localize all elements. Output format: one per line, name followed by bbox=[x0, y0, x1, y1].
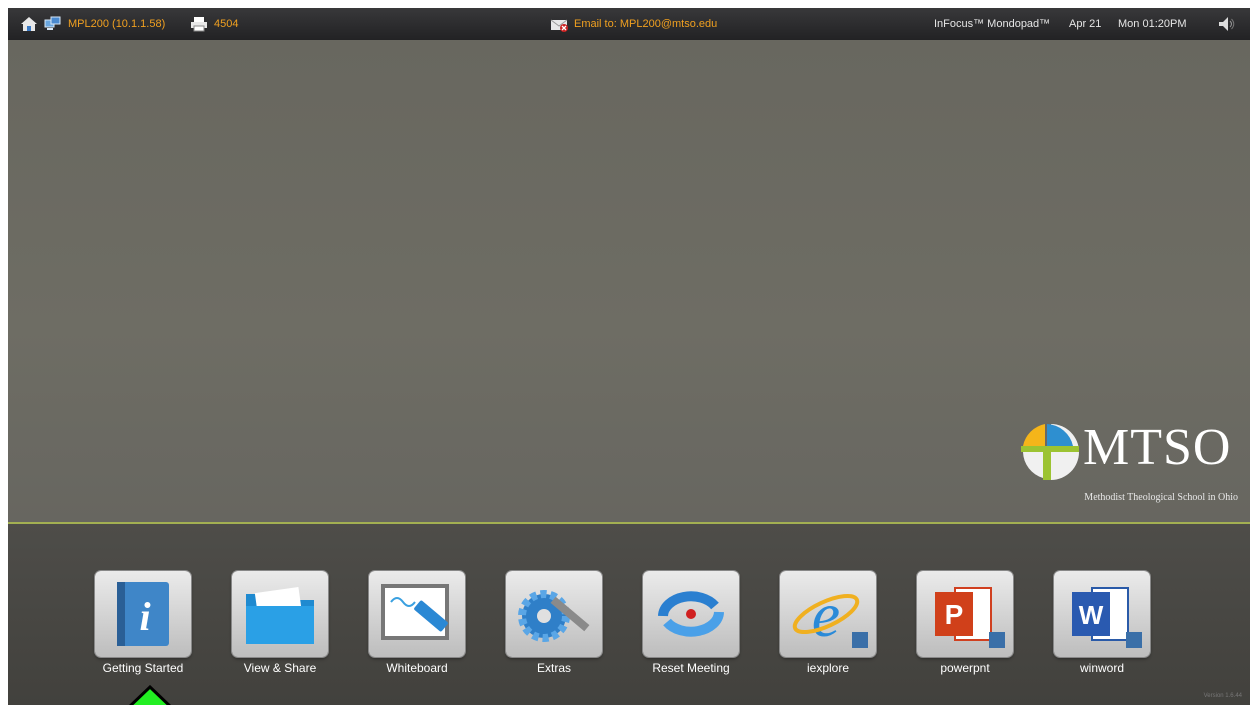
whiteboard-button[interactable] bbox=[369, 571, 465, 657]
network-status[interactable]: MPL200 (10.1.1.58) bbox=[44, 8, 165, 40]
speaker-icon bbox=[1219, 17, 1235, 31]
network-computers-icon bbox=[44, 16, 61, 30]
logo-subtitle: Methodist Theological School in Ohio bbox=[1084, 492, 1238, 503]
printer-icon bbox=[191, 17, 207, 32]
info-book-icon: i bbox=[117, 582, 169, 646]
svg-text:W: W bbox=[1079, 600, 1104, 630]
time-text: Mon 01:20PM bbox=[1118, 18, 1187, 30]
getting-started-label: Getting Started bbox=[102, 661, 184, 675]
device-label: MPL200 (10.1.1.58) bbox=[68, 18, 166, 30]
view-share-label: View & Share bbox=[243, 661, 317, 675]
extras-label: Extras bbox=[536, 661, 571, 675]
pointer-cursor-icon bbox=[129, 685, 171, 705]
iexplore-label: iexplore bbox=[806, 661, 850, 675]
svg-text:i: i bbox=[139, 594, 150, 639]
email-text: Email to: MPL200@mtso.edu bbox=[574, 18, 718, 30]
email-icon bbox=[550, 19, 568, 32]
brand-label: InFocus™ Mondopad™ bbox=[934, 8, 1050, 40]
date-text: Apr 21 bbox=[1069, 18, 1102, 30]
winword-button[interactable]: W bbox=[1054, 571, 1150, 657]
mtso-logo: MTSO Methodist Theological School in Ohi… bbox=[1013, 422, 1238, 512]
logo-wordmark: MTSO bbox=[1083, 419, 1232, 476]
top-status-bar: MPL200 (10.1.1.58) 4504 Email to: MPL200… bbox=[8, 8, 1250, 40]
cross-logo-icon bbox=[1021, 424, 1079, 480]
home-button[interactable] bbox=[20, 8, 38, 40]
extras-button[interactable] bbox=[506, 571, 602, 657]
iexplore-button[interactable]: e bbox=[780, 571, 876, 657]
view-share-button[interactable] bbox=[232, 571, 328, 657]
folder-icon bbox=[246, 587, 314, 644]
gear-wrench-icon bbox=[518, 590, 590, 642]
whiteboard-icon bbox=[381, 584, 449, 640]
svg-text:e: e bbox=[812, 579, 840, 650]
access-code[interactable]: 4504 bbox=[190, 8, 238, 40]
home-icon bbox=[21, 17, 37, 31]
reset-meeting-button[interactable] bbox=[643, 571, 739, 657]
reset-meeting-label: Reset Meeting bbox=[652, 661, 730, 675]
version-label: Version 1.6.44 bbox=[1203, 693, 1242, 699]
mondopad-screen: MPL200 (10.1.1.58) 4504 Email to: MPL200… bbox=[8, 8, 1250, 705]
email-link[interactable]: Email to: MPL200@mtso.edu bbox=[550, 8, 717, 40]
winword-label: winword bbox=[1079, 661, 1124, 675]
whiteboard-label: Whiteboard bbox=[386, 661, 448, 675]
access-code-value: 4504 bbox=[214, 18, 239, 30]
svg-text:P: P bbox=[945, 599, 964, 630]
internet-explorer-icon: e bbox=[792, 579, 868, 650]
volume-button[interactable] bbox=[1218, 8, 1236, 40]
powerpoint-icon: P bbox=[935, 587, 1005, 648]
brand-text: InFocus™ Mondopad™ bbox=[934, 18, 1051, 30]
powerpnt-label: powerpnt bbox=[940, 661, 990, 675]
reset-icon bbox=[658, 591, 724, 637]
getting-started-button[interactable]: i bbox=[95, 571, 191, 657]
word-icon: W bbox=[1072, 587, 1142, 648]
powerpnt-button[interactable]: P bbox=[917, 571, 1013, 657]
time-label: Mon 01:20PM bbox=[1118, 8, 1186, 40]
date-label: Apr 21 bbox=[1069, 8, 1101, 40]
